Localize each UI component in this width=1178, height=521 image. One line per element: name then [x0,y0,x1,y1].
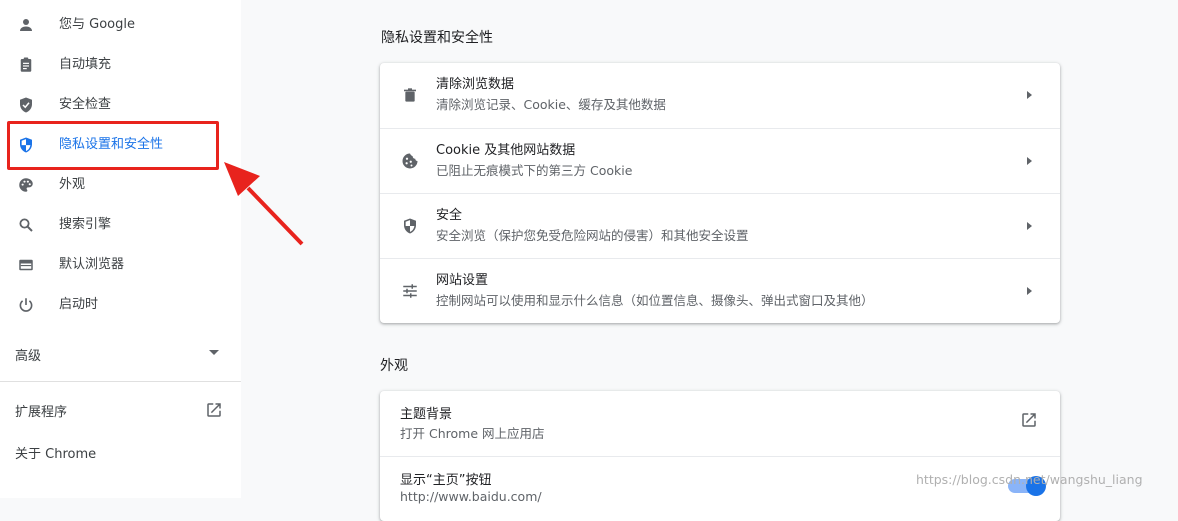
security-row[interactable]: 安全 安全浏览（保护您免受危险网站的侵害）和其他安全设置 [380,193,1060,258]
power-icon [15,294,37,316]
appearance-card: 主题背景 打开 Chrome 网上应用店 显示“主页”按钮 http://www… [380,391,1060,521]
sidebar-item-label: 启动时 [59,297,99,312]
arrow-right-icon [1027,91,1032,99]
cookies-row[interactable]: Cookie 及其他网站数据 已阻止无痕模式下的第三方 Cookie [380,128,1060,193]
sidebar-item-label: 自动填充 [59,57,112,72]
person-icon [15,14,37,36]
clipboard-icon [15,54,37,76]
theme-row[interactable]: 主题背景 打开 Chrome 网上应用店 [380,391,1060,456]
row-title: 清除浏览数据 [436,77,515,92]
sidebar-item-appearance[interactable]: 外观 [0,165,241,205]
sidebar: 您与 Google 自动填充 安全检查 隐私设置和安全性 外观 搜索引擎 默认浏… [0,0,241,498]
row-subtitle: 控制网站可以使用和显示什么信息（如位置信息、摄像头、弹出式窗口及其他） [436,293,874,308]
sidebar-item-safety-check[interactable]: 安全检查 [0,85,241,125]
sidebar-item-autofill[interactable]: 自动填充 [0,45,241,85]
theme-subtitle: 打开 Chrome 网上应用店 [400,426,545,441]
arrow-right-icon [1027,287,1032,295]
sidebar-item-label: 外观 [59,177,86,192]
row-title: Cookie 及其他网站数据 [436,143,576,158]
shield-check-icon [15,94,37,116]
clear-browsing-data-row[interactable]: 清除浏览数据 清除浏览记录、Cookie、缓存及其他数据 [380,63,1060,128]
home-button-title: 显示“主页”按钮 [400,473,492,488]
sidebar-item-label: 隐私设置和安全性 [59,137,164,152]
row-subtitle: 已阻止无痕模式下的第三方 Cookie [436,163,633,178]
home-button-row: 显示“主页”按钮 http://www.baidu.com/ [380,456,1060,521]
row-subtitle: 清除浏览记录、Cookie、缓存及其他数据 [436,97,666,112]
row-subtitle: 安全浏览（保护您免受危险网站的侵害）和其他安全设置 [436,228,749,243]
sidebar-item-extensions[interactable]: 扩展程序 [0,395,241,425]
sidebar-item-search-engine[interactable]: 搜索引擎 [0,205,241,245]
watermark: https://blog.csdn.net/wangshu_liang [916,472,1143,487]
cookie-icon [400,151,420,171]
sidebar-item-privacy-security[interactable]: 隐私设置和安全性 [0,125,241,165]
shield-half-icon [15,134,37,156]
browser-icon [15,254,37,276]
tune-icon [400,281,420,301]
sidebar-item-label: 默认浏览器 [59,257,125,272]
site-settings-row[interactable]: 网站设置 控制网站可以使用和显示什么信息（如位置信息、摄像头、弹出式窗口及其他） [380,258,1060,323]
sidebar-item-label: 搜索引擎 [59,217,112,232]
sidebar-item-on-startup[interactable]: 启动时 [0,285,241,325]
sidebar-item-label: 安全检查 [59,97,112,112]
divider [0,381,241,382]
row-title: 网站设置 [436,273,489,288]
advanced-label: 高级 [15,349,42,364]
about-label: 关于 Chrome [15,447,97,462]
advanced-toggle[interactable]: 高级 [0,335,241,373]
sidebar-item-default-browser[interactable]: 默认浏览器 [0,245,241,285]
theme-title: 主题背景 [400,407,453,422]
privacy-card: 清除浏览数据 清除浏览记录、Cookie、缓存及其他数据 Cookie 及其他网… [380,63,1060,323]
sidebar-item-about-chrome[interactable]: 关于 Chrome [0,437,241,467]
shield-icon [400,216,420,236]
open-in-new-icon [205,401,223,419]
extensions-label: 扩展程序 [15,405,68,420]
search-icon [15,214,37,236]
arrow-right-icon [1027,222,1032,230]
row-title: 安全 [436,208,463,223]
annotation-arrow-icon [224,162,304,246]
trash-icon [400,85,420,105]
open-in-new-icon[interactable] [1020,411,1038,429]
chevron-down-icon [209,350,219,355]
appearance-section-title: 外观 [380,358,408,374]
sidebar-item-label: 您与 Google [59,17,135,32]
home-button-subtitle: http://www.baidu.com/ [400,489,542,504]
privacy-section-title: 隐私设置和安全性 [381,30,493,46]
sidebar-item-you-and-google[interactable]: 您与 Google [0,5,241,45]
arrow-right-icon [1027,157,1032,165]
palette-icon [15,174,37,196]
